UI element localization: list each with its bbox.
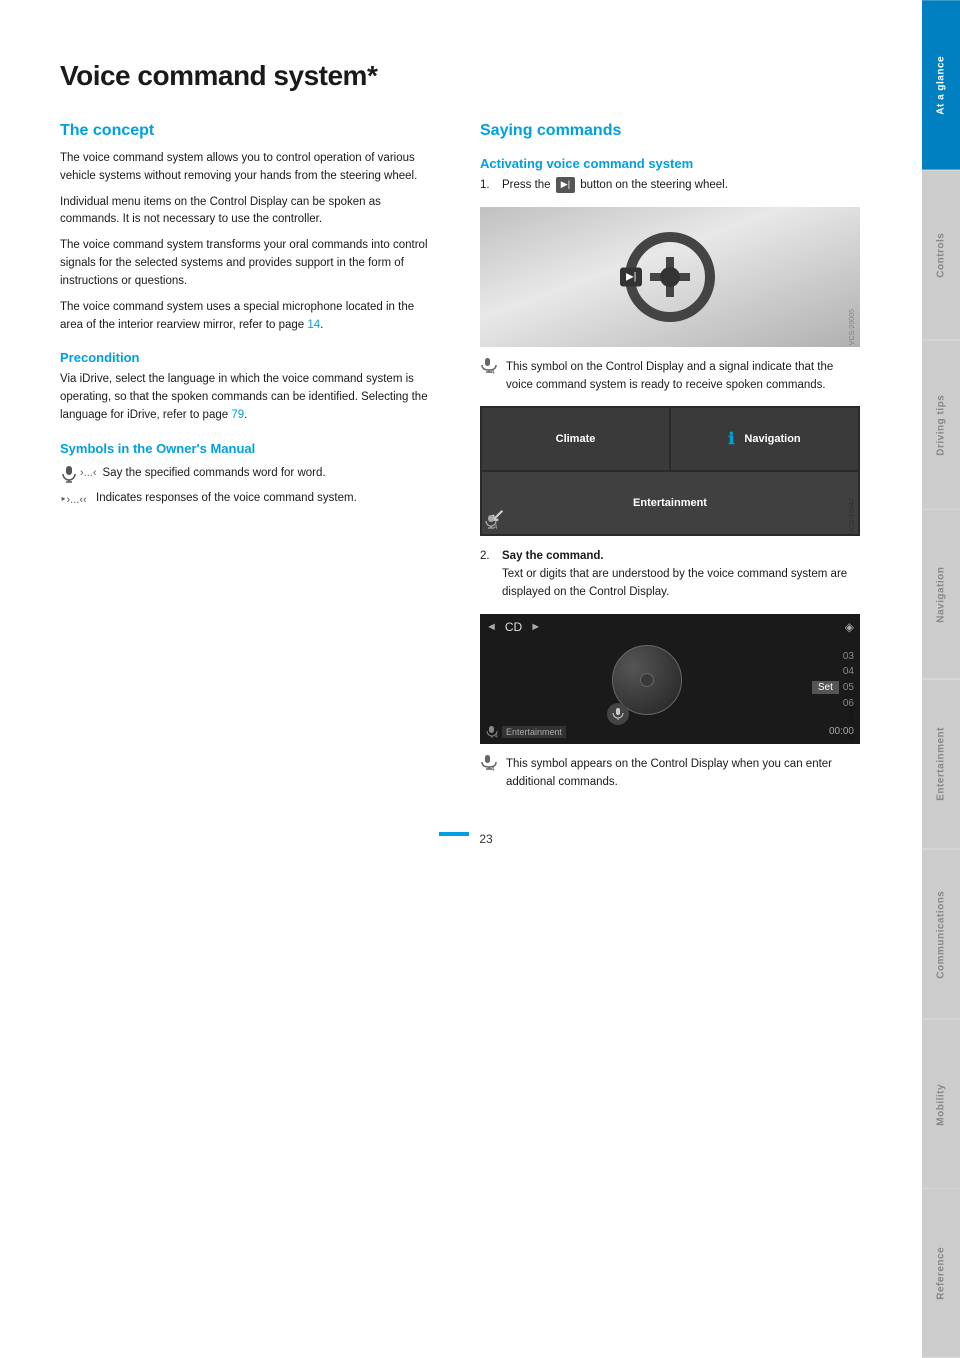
sidebar: At a glance Controls Driving tips Naviga…: [922, 0, 960, 1358]
page-number-text: 23: [479, 832, 492, 846]
cd-display-inner: ◄ CD ► ◈: [480, 614, 860, 744]
voice-button-overlay: [607, 703, 629, 725]
step-1: 1. Press the ▶| button on the steering w…: [480, 177, 860, 195]
sidebar-tab-driving-tips[interactable]: Driving tips: [922, 340, 960, 510]
cd-label: CD: [505, 620, 522, 634]
cd-body: 03 04 Set 05 06: [486, 638, 854, 722]
sidebar-tab-communications[interactable]: Communications: [922, 849, 960, 1019]
image-watermark-2: VCS-10047: [849, 498, 856, 534]
concept-para-3: The voice command system transforms your…: [60, 237, 440, 290]
cd-footer-label: Entertainment: [502, 726, 566, 738]
svg-text:4: 4: [491, 766, 495, 772]
image-watermark-3: VCS-10084: [849, 706, 856, 742]
sidebar-tab-reference[interactable]: Reference: [922, 1188, 960, 1358]
cd-settings-icon: ◈: [845, 620, 854, 634]
step-1-content: Press the ▶| button on the steering whee…: [502, 177, 860, 195]
page-title: Voice command system*: [60, 60, 872, 92]
symbol-text-1: Say the specified commands word for word…: [103, 464, 326, 482]
two-column-layout: The concept The voice command system all…: [60, 122, 872, 802]
steering-wheel-image: ▶| VCS-20005: [480, 207, 860, 347]
symbol-text-2: Indicates responses of the voice command…: [96, 489, 357, 507]
ctrl-cell-entertainment: ↙ Entertainment: [482, 472, 858, 534]
saying-commands-heading: Saying commands: [480, 122, 860, 140]
ctrl-cell-info: ℹ Navigation: [671, 408, 858, 470]
voice-sym-icon-2: 4: [480, 754, 500, 781]
page-link-79[interactable]: 79: [231, 409, 244, 421]
image-watermark-1: VCS-20005: [849, 309, 856, 345]
cd-title-area: 4 Entertainment: [486, 726, 566, 738]
page-number-area: 23: [60, 832, 872, 846]
sidebar-tab-entertainment[interactable]: Entertainment: [922, 679, 960, 849]
sidebar-tab-controls[interactable]: Controls: [922, 170, 960, 340]
svg-text:4: 4: [495, 734, 498, 738]
symbols-heading: Symbols in the Owner's Manual: [60, 441, 440, 456]
steering-img-inner: ▶|: [480, 207, 860, 347]
symbol-note-2-text: This symbol appears on the Control Displ…: [506, 756, 860, 792]
concept-para-2: Individual menu items on the Control Dis…: [60, 194, 440, 230]
step-2-detail: Text or digits that are understood by th…: [502, 568, 847, 598]
main-content: Voice command system* The concept The vo…: [0, 0, 922, 1358]
cd-next-icon: ►: [530, 621, 541, 633]
symbol-note-1-text: This symbol on the Control Display and a…: [506, 359, 860, 395]
symbol-item-2: ‣›...‹‹ Indicates responses of the voice…: [60, 489, 440, 510]
cd-display-image: ◄ CD ► ◈: [480, 614, 860, 744]
cd-footer: 4 Entertainment 00:00: [486, 726, 854, 738]
cd-tracks: 03 04 Set 05 06: [812, 638, 854, 722]
voice-button-icon: ▶|: [556, 177, 575, 193]
concept-para-1: The voice command system allows you to c…: [60, 150, 440, 186]
ctrl-info-icon: ℹ: [728, 429, 734, 449]
cd-track-03: 03: [812, 651, 854, 662]
step-1-number: 1.: [480, 177, 494, 195]
cd-track-05: 05: [843, 682, 854, 693]
symbol-note-1: 4 This symbol on the Control Display and…: [480, 359, 860, 395]
cd-track-04: 04: [812, 666, 854, 677]
left-column: The concept The voice command system all…: [60, 122, 440, 802]
cd-disk-hole: [640, 673, 654, 687]
symbol-note-2: 4 This symbol appears on the Control Dis…: [480, 756, 860, 792]
symbol-item-1: ›...‹ Say the specified commands word fo…: [60, 464, 440, 483]
step-2-main: Say the command.: [502, 550, 604, 562]
activating-subheading: Activating voice command system: [480, 156, 860, 171]
ctrl-cell-climate: Climate: [482, 408, 669, 470]
cd-set-row: Set 05: [812, 681, 854, 694]
page-link-14[interactable]: 14: [307, 319, 320, 331]
precondition-text: Via iDrive, select the language in which…: [60, 371, 440, 424]
precondition-heading: Precondition: [60, 350, 440, 365]
step-2-number: 2.: [480, 548, 494, 601]
svg-text:4: 4: [491, 369, 495, 375]
cd-disk-area: [486, 638, 808, 722]
voice-sym-icon-1: 4: [480, 357, 500, 384]
response-symbol-icon: ‣›...‹‹: [60, 490, 90, 510]
cd-prev-icon: ◄: [486, 621, 497, 633]
sidebar-tab-navigation[interactable]: Navigation: [922, 509, 960, 679]
symbol-list: ›...‹ Say the specified commands word fo…: [60, 464, 440, 510]
control-display-image: Climate ℹ Navigation ↙ Entertainment: [480, 406, 860, 536]
sidebar-tab-at-a-glance[interactable]: At a glance: [922, 0, 960, 170]
ctrl-display-inner: Climate ℹ Navigation ↙ Entertainment: [480, 406, 860, 536]
mic-symbol-icon: ›...‹: [60, 465, 97, 483]
page-number-bar: [439, 832, 469, 836]
right-column: Saying commands Activating voice command…: [480, 122, 860, 802]
cd-track-06: 06: [812, 698, 854, 709]
concept-heading: The concept: [60, 122, 440, 140]
cd-header: ◄ CD ► ◈: [486, 620, 854, 634]
step-2-content: Say the command. Text or digits that are…: [502, 548, 860, 601]
cd-with-button: [612, 645, 682, 715]
step-2: 2. Say the command. Text or digits that …: [480, 548, 860, 601]
cd-set-label: Set: [812, 681, 839, 694]
concept-para-4: The voice command system uses a special …: [60, 299, 440, 335]
mic-symbol-display: 4: [484, 515, 498, 532]
sidebar-tab-mobility[interactable]: Mobility: [922, 1019, 960, 1189]
svg-text:4: 4: [494, 525, 498, 529]
